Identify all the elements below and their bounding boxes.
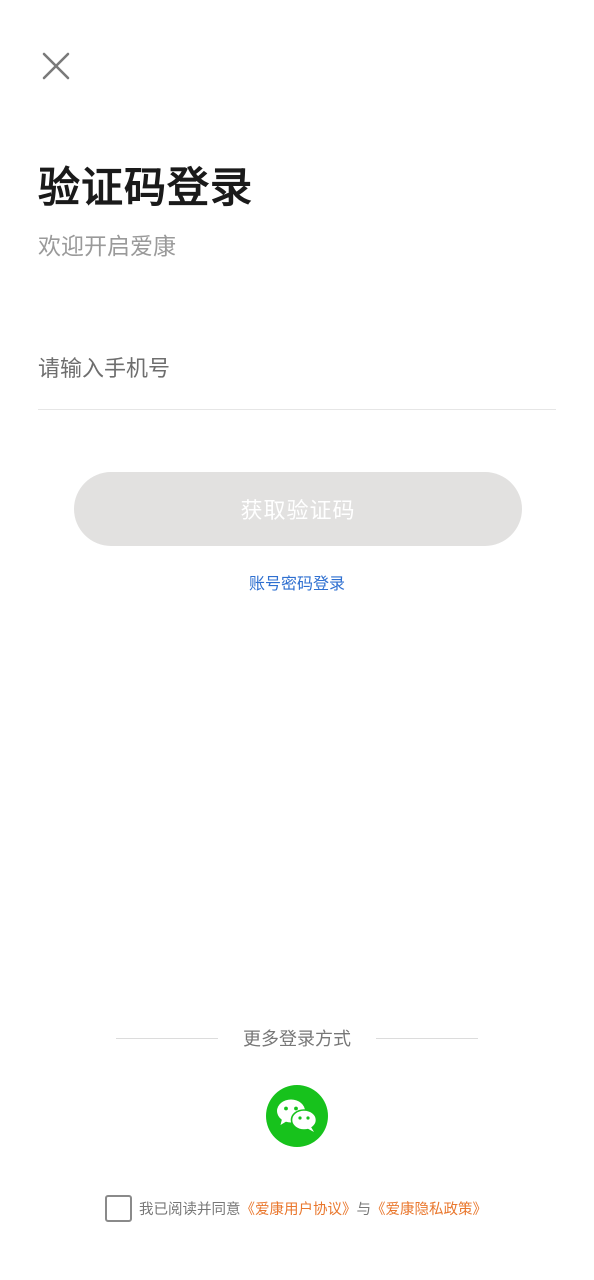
divider-line-left <box>116 1037 218 1039</box>
get-code-button[interactable]: 获取验证码 <box>74 472 522 546</box>
privacy-policy-link[interactable]: 《爱康隐私政策》 <box>371 1198 487 1219</box>
close-icon <box>42 52 70 80</box>
password-login-link[interactable]: 账号密码登录 <box>0 570 594 594</box>
login-page: 验证码登录 欢迎开启爱康 获取验证码 账号密码登录 更多登录方式 我已阅读并同意… <box>0 0 594 1280</box>
wechat-icon <box>277 1099 318 1132</box>
more-methods-divider: 更多登录方式 <box>116 1024 478 1052</box>
divider-line-right <box>376 1037 478 1039</box>
close-button[interactable] <box>34 44 78 88</box>
phone-input[interactable] <box>38 340 556 398</box>
page-subtitle: 欢迎开启爱康 <box>38 234 176 260</box>
user-agreement-link[interactable]: 《爱康用户协议》 <box>241 1198 357 1219</box>
agreement-conjunction: 与 <box>356 1201 372 1218</box>
agreement-prefix: 我已阅读并同意 <box>139 1201 241 1218</box>
phone-field-row <box>38 340 556 410</box>
more-methods-label: 更多登录方式 <box>243 1029 351 1050</box>
page-title: 验证码登录 <box>38 163 254 212</box>
agreement-checkbox[interactable] <box>105 1194 132 1222</box>
agreement-row: 我已阅读并同意 《爱康用户协议》 与 《爱康隐私政策》 <box>105 1194 487 1222</box>
wechat-login-button[interactable] <box>266 1085 328 1147</box>
